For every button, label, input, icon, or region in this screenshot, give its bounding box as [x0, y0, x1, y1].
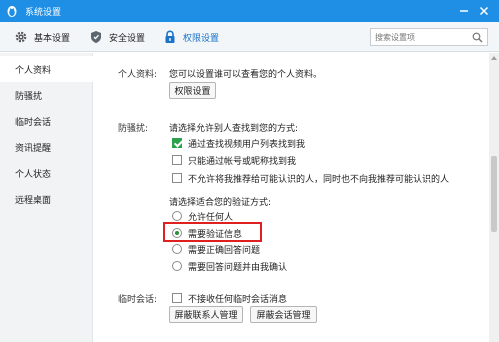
verify-option-label: 需要正确回答问题 [188, 246, 261, 256]
button-label: 屏蔽联系人管理 [174, 311, 238, 321]
verify-method-prompt: 请选择适合您的验证方式: [169, 198, 272, 208]
verify-option-radio[interactable] [172, 244, 182, 254]
tab-label: 基本设置 [34, 33, 71, 44]
button-label: 权限设置 [174, 87, 211, 97]
sidebar-item-label: 资讯提醒 [15, 143, 52, 154]
anti-harassment-section-label: 防骚扰: [118, 124, 149, 134]
find-option-checkbox[interactable] [172, 173, 182, 183]
tab-permission-settings[interactable]: 权限设置 [163, 22, 219, 52]
sidebar-item-personal-status[interactable]: 个人状态 [0, 160, 93, 186]
verify-option-radio[interactable] [172, 211, 182, 221]
reject-temp-session-label: 不接收任何临时会话消息 [188, 295, 288, 305]
search-icon[interactable] [472, 32, 483, 43]
sidebar-item-label: 个人资料 [15, 65, 52, 76]
sidebar-item-label: 个人状态 [15, 169, 52, 180]
find-option-checkbox[interactable] [172, 138, 182, 148]
close-icon[interactable] [477, 4, 491, 18]
search-input[interactable] [375, 31, 467, 43]
button-label: 屏蔽会话管理 [256, 311, 311, 321]
verify-option-radio[interactable] [172, 261, 182, 271]
scrollbar-thumb[interactable] [491, 156, 497, 232]
block-session-manage-button[interactable]: 屏蔽会话管理 [250, 306, 317, 323]
content-scrollbar[interactable] [489, 53, 499, 342]
sidebar-item-label: 临时会话 [15, 117, 52, 128]
verify-option-label: 需要回答问题并由我确认 [188, 263, 288, 273]
find-option-label: 通过查找视频用户列表找到我 [188, 140, 306, 150]
sidebar-item-temp-session[interactable]: 临时会话 [0, 108, 93, 134]
find-option-label: 不允许将我推荐给可能认识的人，同时也不向我推荐可能认识的人 [188, 175, 450, 185]
tab-label: 安全设置 [109, 33, 146, 44]
settings-sidebar: 个人资料 防骚扰 临时会话 资讯提醒 个人状态 远程桌面 [0, 53, 93, 342]
scroll-up-arrow-icon[interactable] [491, 56, 497, 60]
block-contacts-manage-button[interactable]: 屏蔽联系人管理 [169, 306, 243, 323]
sidebar-item-profile[interactable]: 个人资料 [0, 56, 93, 82]
find-method-prompt: 请选择允许别人查找到您的方式: [169, 124, 299, 134]
profile-permission-button[interactable]: 权限设置 [169, 82, 216, 99]
settings-toolbar: 基本设置 安全设置 权限设置 [0, 22, 499, 52]
window-title: 系统设置 [25, 8, 62, 18]
penguin-logo-icon [7, 6, 17, 17]
lock-icon [165, 30, 175, 43]
sidebar-item-remote-desktop[interactable]: 远程桌面 [0, 186, 93, 212]
temp-session-section-label: 临时会话: [118, 295, 158, 305]
tab-label: 权限设置 [183, 33, 220, 44]
reject-temp-session-checkbox[interactable] [172, 293, 182, 303]
minimize-icon[interactable] [457, 4, 471, 18]
sidebar-item-anti-harassment[interactable]: 防骚扰 [0, 82, 93, 108]
profile-section-label: 个人资料: [118, 70, 158, 80]
highlight-annotation-box [163, 222, 262, 242]
sidebar-item-label: 防骚扰 [15, 91, 43, 102]
title-bar: 系统设置 [0, 0, 499, 22]
tab-basic-settings[interactable]: 基本设置 [14, 22, 70, 52]
sidebar-item-news-alerts[interactable]: 资讯提醒 [0, 134, 93, 160]
settings-search-box [370, 28, 488, 46]
gear-icon [15, 31, 27, 43]
profile-description: 您可以设置谁可以查看您的个人资料。 [169, 70, 323, 80]
find-option-checkbox[interactable] [172, 155, 182, 165]
sidebar-item-label: 远程桌面 [15, 195, 52, 206]
shield-icon [91, 31, 101, 43]
find-option-label: 只能通过帐号或昵称找到我 [188, 157, 297, 167]
tab-security-settings[interactable]: 安全设置 [89, 22, 145, 52]
